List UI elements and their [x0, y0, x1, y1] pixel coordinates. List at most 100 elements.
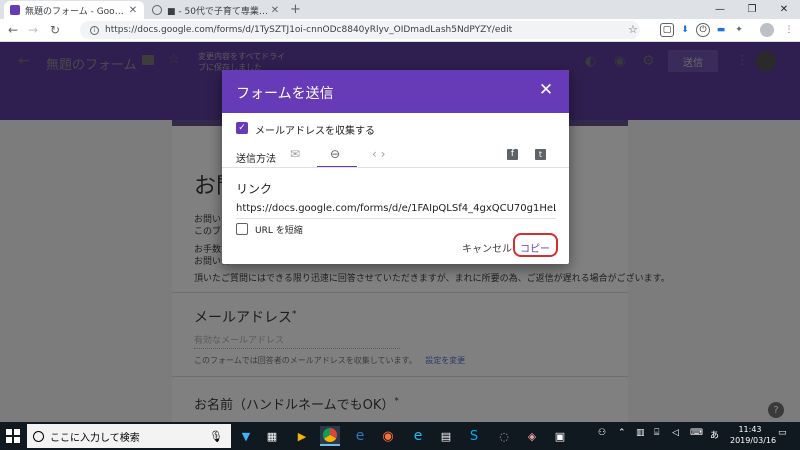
facebook-icon[interactable]: f	[507, 149, 518, 160]
question-title: メールアドレス	[194, 310, 292, 326]
close-icon[interactable]: ✕	[536, 80, 556, 100]
embed-code-icon[interactable]: ‹ ›	[372, 147, 385, 161]
divider	[172, 292, 628, 293]
email-envelope-icon[interactable]: ✉	[290, 147, 300, 161]
app-pin-icon[interactable]: ▦	[262, 426, 282, 446]
chrome-logo-icon	[323, 428, 337, 442]
minimize-window-button[interactable]: —	[704, 0, 736, 19]
network-icon[interactable]: ⌸	[654, 428, 659, 438]
app-pin-icon[interactable]: ◈	[522, 426, 542, 446]
people-icon[interactable]: ⚇	[598, 428, 606, 438]
address-bar[interactable]: i https://docs.google.com/forms/d/1TySZT…	[80, 21, 640, 39]
settings-gear-icon[interactable]: ⚙	[642, 53, 655, 69]
volume-icon[interactable]: ◁	[672, 428, 679, 438]
shorten-url-label: URL を短縮	[255, 226, 303, 236]
action-center-icon[interactable]: ▭	[778, 428, 787, 438]
clock-date: 2019/03/16	[730, 436, 777, 445]
tray-chevron-up-icon[interactable]: ⌃	[618, 428, 626, 438]
reload-icon[interactable]: ↻	[46, 21, 64, 39]
taskbar-search-placeholder: ここに入力して検索	[50, 432, 140, 444]
send-button[interactable]: 送信	[668, 50, 718, 72]
bookmark-star-icon[interactable]: ☆	[628, 23, 638, 36]
browser-tab-blog[interactable]: ■ - 50代で子育て専業主夫になっ… ✕	[146, 1, 286, 19]
windows-start-icon[interactable]	[6, 429, 20, 443]
taskbar-clock[interactable]: 11:43 2019/03/16	[730, 424, 777, 446]
new-tab-button[interactable]: +	[290, 2, 301, 17]
start-pane	[6, 429, 12, 435]
browser-tab-title: ■ - 50代で子育て専業主夫になっ…	[167, 6, 270, 17]
chrome-taskbar-icon[interactable]	[320, 426, 340, 446]
dialog-title: フォームを送信	[236, 86, 334, 102]
account-avatar[interactable]	[756, 51, 776, 71]
photos-icon[interactable]: ▣	[550, 426, 570, 446]
close-tab-icon[interactable]: ✕	[128, 5, 138, 16]
taskbar-search-box[interactable]: ここに入力して検索 🎙	[27, 424, 231, 448]
microphone-icon[interactable]: 🎙	[209, 430, 223, 443]
more-menu-icon[interactable]: ⋮	[736, 53, 749, 68]
search-icon	[33, 430, 44, 442]
back-arrow-icon[interactable]: ←	[4, 21, 22, 39]
folder-icon[interactable]	[142, 55, 154, 65]
ie-icon[interactable]: e	[408, 426, 428, 446]
start-pane	[14, 437, 20, 443]
twitter-icon[interactable]: t	[535, 149, 546, 160]
send-via-label: 送信方法	[236, 154, 276, 165]
required-mark: *	[292, 309, 297, 320]
browser-tab-forms[interactable]: 無題のフォーム - Google フォーム ✕	[4, 1, 144, 19]
question-name-label: お名前（ハンドルネームでもOK）*	[194, 394, 399, 413]
form-notice: 頂いたご質問にはできる限り迅速に回答させていただきますが、まれに所要の為、ご返信…	[194, 274, 670, 284]
question-email-label: メールアドレス*	[194, 307, 297, 327]
change-settings-link[interactable]: 設定を変更	[425, 356, 465, 365]
question-title: お名前（ハンドルネームでもOK）	[194, 398, 395, 413]
edge-icon[interactable]: e	[350, 426, 370, 446]
start-pane	[14, 429, 20, 435]
cancel-button[interactable]: キャンセル	[462, 240, 512, 255]
help-icon[interactable]: ?	[768, 402, 784, 418]
collect-email-label: メールアドレスを収集する	[255, 126, 375, 137]
profile-avatar-icon[interactable]	[760, 23, 774, 37]
dialog-divider	[222, 167, 569, 168]
site-info-icon[interactable]: i	[90, 25, 99, 35]
send-form-dialog: フォームを送信 ✕ ✓ メールアドレスを収集する 送信方法 ✉ ⊖ ‹ › f …	[222, 70, 569, 264]
app-pin-icon[interactable]: ▤	[436, 426, 456, 446]
extension-download-icon[interactable]: ⬇	[678, 23, 692, 37]
copy-button[interactable]: コピー	[520, 240, 550, 255]
collect-email-checkbox[interactable]: ✓	[236, 122, 248, 134]
form-link-input[interactable]: https://docs.google.com/forms/d/e/1FAIpQ…	[236, 203, 556, 219]
email-collection-note: このフォームでは回答者のメールアドレスを収集しています。 設定を変更	[194, 355, 465, 366]
star-icon[interactable]: ☆	[168, 52, 180, 67]
extension-chat-icon[interactable]: ▬	[714, 23, 728, 37]
extension-power-icon[interactable]: ⏻	[696, 23, 710, 37]
url-text: https://docs.google.com/forms/d/1TySZTJ1…	[105, 25, 513, 35]
site-favicon-icon	[152, 5, 162, 15]
email-input[interactable]: 有効なメールアドレス	[194, 333, 400, 349]
skype-icon[interactable]: S	[464, 426, 484, 446]
back-arrow-icon[interactable]: ←	[18, 53, 30, 69]
form-name[interactable]: 無題のフォーム	[46, 54, 137, 73]
start-pane	[6, 437, 12, 443]
extension-shield-icon[interactable]: ▢	[660, 23, 674, 37]
tray-app-icon[interactable]: ▥	[636, 428, 645, 438]
app-pin-icon[interactable]: ◌	[494, 426, 514, 446]
forward-arrow-icon[interactable]: →	[24, 21, 42, 39]
ime-indicator[interactable]: あ	[710, 428, 719, 441]
close-window-button[interactable]: ✕	[768, 0, 800, 19]
required-mark: *	[394, 396, 399, 407]
firefox-icon[interactable]: ◉	[378, 426, 398, 446]
extension-puzzle-icon[interactable]: ✦	[732, 23, 746, 37]
restore-window-button[interactable]: ❐	[736, 0, 768, 19]
preview-eye-icon[interactable]: ◉	[614, 54, 625, 69]
app-pin-icon[interactable]: ▶	[292, 426, 312, 446]
browser-tab-title: 無題のフォーム - Google フォーム	[25, 6, 128, 17]
palette-icon[interactable]: ◐	[585, 54, 596, 69]
app-pin-icon[interactable]: ▼	[236, 426, 256, 446]
link-icon[interactable]: ⊖	[330, 147, 340, 161]
keyboard-icon[interactable]: ⌨	[690, 428, 703, 438]
shorten-url-checkbox[interactable]	[236, 223, 248, 235]
divider	[172, 376, 628, 377]
note-text: このフォームでは回答者のメールアドレスを収集しています。	[194, 356, 417, 365]
browser-menu-icon[interactable]: ⋮	[782, 23, 796, 37]
forms-favicon-icon	[10, 5, 20, 15]
clock-time: 11:43	[738, 425, 762, 434]
close-tab-icon[interactable]: ✕	[270, 5, 280, 16]
